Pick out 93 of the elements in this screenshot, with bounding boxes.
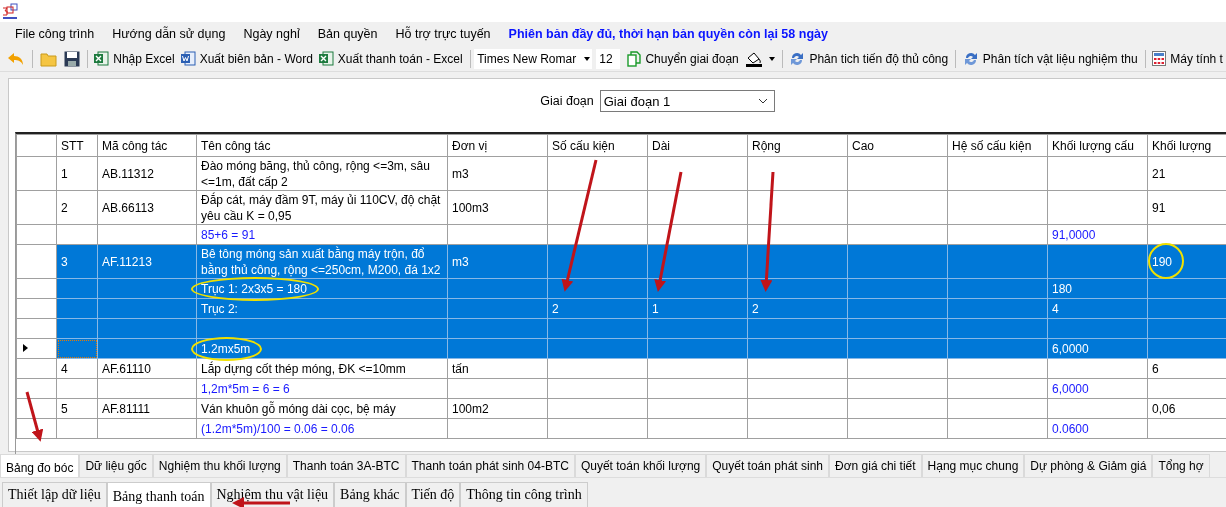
row-header[interactable] [16,338,57,359]
copy-icon [627,50,642,67]
folder-icon[interactable] [39,50,58,67]
column-header[interactable]: Khối lượng [1147,134,1226,157]
table-cell: 2 [56,190,98,225]
toolbar-button[interactable]: Xuất thanh toán - Excel [315,51,466,66]
main-tab[interactable]: Bảng thanh toán [106,482,211,507]
sheet-tab[interactable]: Bảng đo bóc [0,454,80,477]
highlight-ellipse [191,337,263,361]
column-header[interactable]: Dài [647,134,748,157]
table-cell: 190 [1147,244,1226,279]
app-logo-icon [2,2,20,20]
table-cell: 1,2m*5m = 6 = 6 [196,378,448,399]
sheet-tab[interactable]: Đơn giá chi tiết [829,454,922,477]
sheet-tab[interactable]: Dữ liệu gốc [79,454,153,477]
table-cell: 91,0000 [1047,224,1148,245]
sheet-tab[interactable]: Nghiệm thu khối lượng [152,454,287,477]
current-row-icon [23,344,28,352]
table-cell: AF.61110 [97,358,197,379]
sheet-tab[interactable]: Thanh toán phát sinh 04-BTC [405,454,575,477]
main-tab[interactable]: Tiến độ [405,482,461,507]
main-tab[interactable]: Thiết lập dữ liệu [2,482,107,507]
sheet-tab[interactable]: Tổng hợ [1152,454,1210,477]
stage-dropdown[interactable]: Giai đoạn 1 [599,90,775,112]
column-header[interactable]: STT [56,134,98,157]
toolbar-button[interactable]: Chuyển giai đoạn [624,50,742,67]
toolbar-button[interactable]: Nhập Excel [91,51,178,66]
toolbar-button[interactable]: Máy tính t [1149,51,1226,66]
menu-item[interactable]: Ngày nghỉ [234,27,309,41]
paint-bucket-icon [744,50,763,67]
column-header[interactable]: Khối lượng cấu [1047,134,1148,157]
table-cell: 0.0600 [1047,418,1148,439]
calculator-icon [1152,51,1167,66]
sheet-tab[interactable]: Quyết toán khối lượng [574,454,707,477]
table-cell: Ván khuôn gỗ móng dài cọc, bệ máy [196,398,448,419]
toolbar-button[interactable]: Xuất biên bản - Word [177,51,316,66]
chevron-down-icon [757,98,768,104]
main-tab[interactable]: Thông tin công trình [460,482,588,507]
table-cell: 100m3 [447,190,548,225]
table-cell: AF.11213 [97,244,197,279]
column-header[interactable]: Cao [847,134,948,157]
table-cell [56,224,98,245]
column-header[interactable]: Hệ số cấu kiện [947,134,1048,157]
save-icon[interactable] [63,50,80,67]
column-header[interactable]: Số cấu kiện [547,134,648,157]
document-icon [180,51,196,66]
table-cell: 6,0000 [1047,378,1148,399]
column-header[interactable]: Tên công tác [196,134,448,157]
menu-item[interactable]: File công trình [6,27,104,41]
table-cell: Bê tông móng sản xuất bằng máy trộn, đổ bằng thủ công, rộng <=250cm, M200, đá 1x2 [196,244,448,279]
font-dropdown[interactable]: Times New Romar [474,48,593,69]
table-cell: tấn [447,358,548,379]
table-cell: m3 [447,156,548,191]
table-cell: m3 [447,244,548,279]
table-cell: Đắp cát, máy đầm 9T, máy ủi 110CV, độ chặt yêu cầu K = 0,95 [196,190,448,225]
table-cell: Trục 2: [196,298,448,319]
spreadsheet-icon [94,51,110,66]
spreadsheet-icon [318,51,334,66]
table-cell [56,418,98,439]
table-cell: (1.2m*5m)/100 = 0.06 = 0.06 [196,418,448,439]
column-header[interactable]: Rộng [747,134,848,157]
refresh-icon [962,50,979,67]
font-size-dropdown[interactable]: 12 [596,48,621,69]
license-notice: Phiên bản đầy đủ, thời hạn bản quyền còn lại 58 ngày [507,27,829,41]
menu-item[interactable]: Hướng dẫn sử dụng [103,27,235,41]
sheet-tab[interactable]: Thanh toán 3A-BTC [286,454,406,477]
toolbar-button[interactable]: Phân tich tiến độ thủ công [786,50,952,67]
annotation-arrow [25,391,44,442]
table-cell: AB.11312 [97,156,197,191]
table-cell: 5 [56,398,98,419]
column-header[interactable]: Mã công tác [97,134,197,157]
sheet-tab[interactable]: Quyết toán phát sinh [706,454,829,477]
table-cell: 85+6 = 91 [196,224,448,245]
table-cell: 1 [56,156,98,191]
menu-item[interactable]: Hỗ trợ trực tuyến [386,27,500,41]
table-cell: Lắp dựng cốt thép móng, ĐK <=10mm [196,358,448,379]
main-tab[interactable]: Nghiệm thu vật liệu [210,482,335,507]
table-cell: 100m2 [447,398,548,419]
menu-item[interactable]: Bản quyền [308,27,387,41]
toolbar-button[interactable]: Phân tích vật liệu nghiệm thu [959,50,1141,67]
main-tab[interactable]: Bảng khác [334,482,406,507]
table-cell [56,378,98,399]
stage-label: Giai đoạn [540,94,594,108]
sheet-tab[interactable]: Dự phòng & Giảm giá [1024,454,1153,477]
sheet-tab[interactable]: Hạng mục chung [921,454,1025,477]
table-cell: 4 [56,358,98,379]
table-cell: Đào móng băng, thủ công, rộng <=3m, sâu <=1m, đất cấp 2 [196,156,448,191]
back-arrow-icon[interactable] [7,51,25,66]
table-cell: AF.81111 [97,398,197,419]
row-header-corner [16,134,57,157]
column-header[interactable]: Đơn vị [447,134,548,157]
table-cell: AB.66113 [97,190,197,225]
refresh-icon [789,50,806,67]
